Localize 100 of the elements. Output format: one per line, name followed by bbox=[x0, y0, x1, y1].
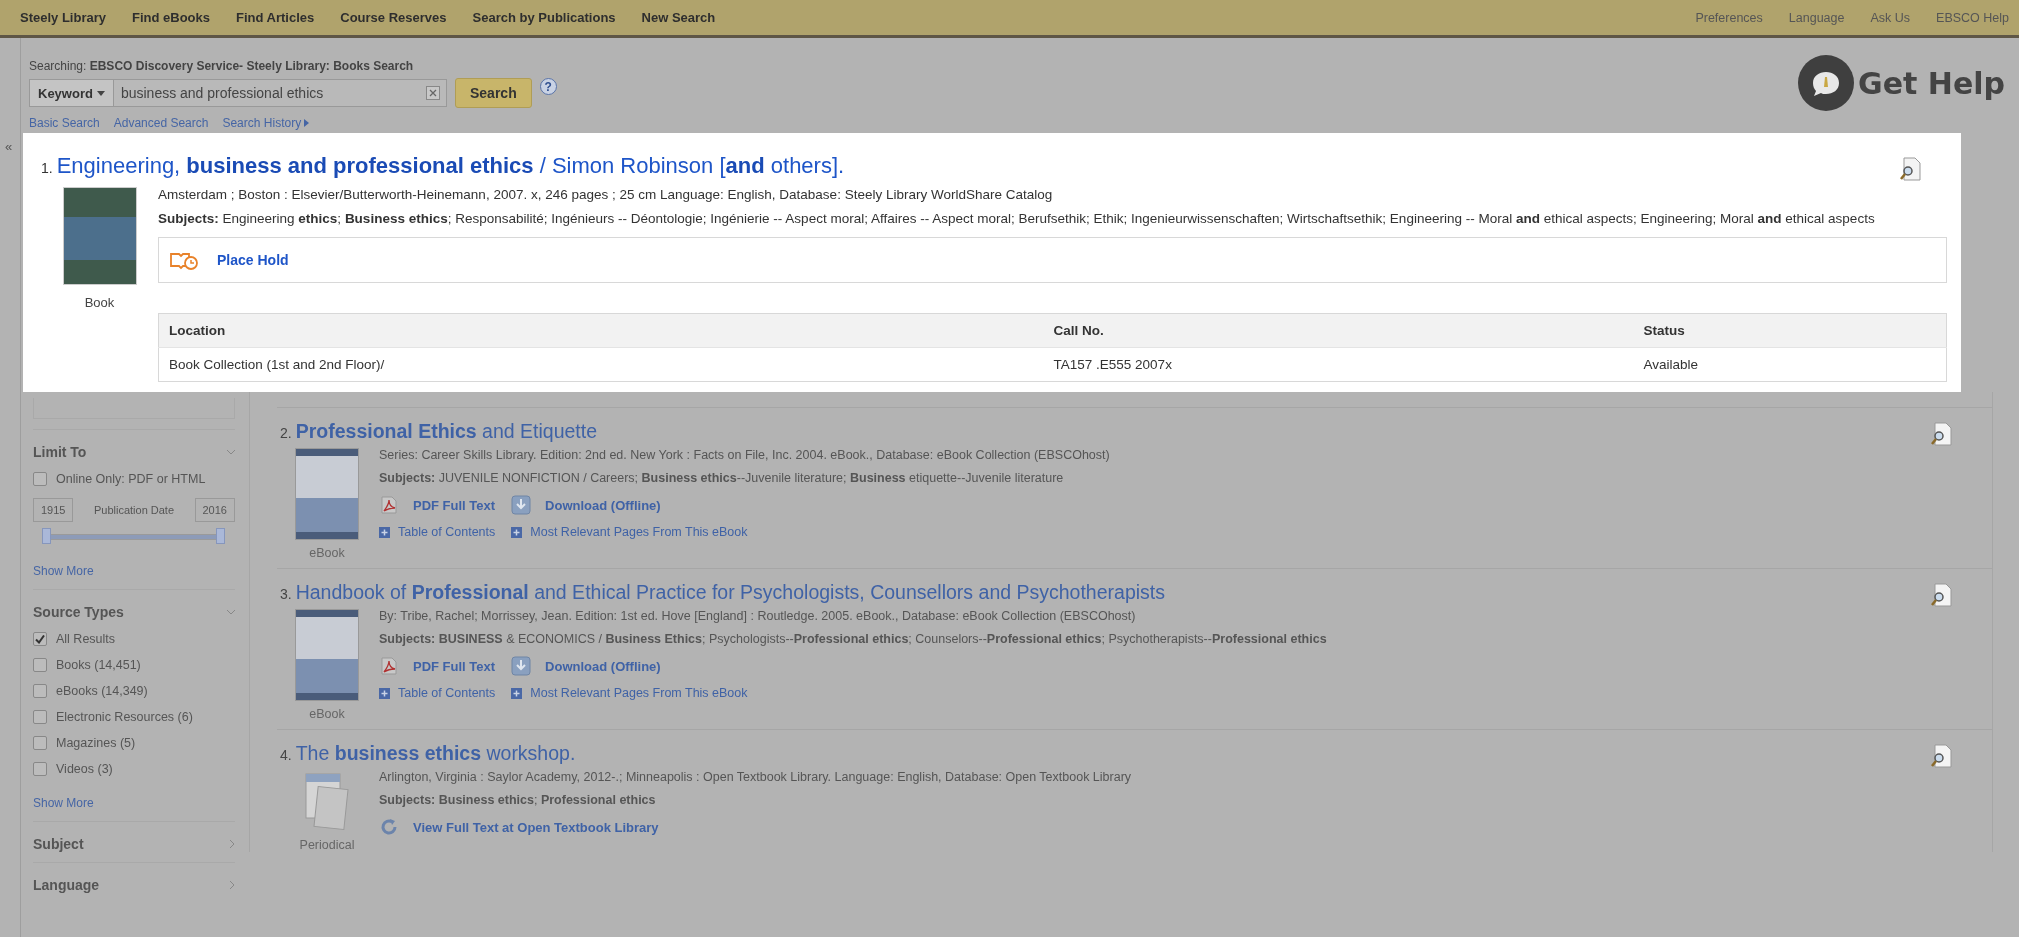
result-title-link[interactable]: The business ethics workshop. bbox=[295, 742, 576, 765]
full-text-link[interactable]: Download (Offline) bbox=[511, 656, 661, 676]
book-cover[interactable] bbox=[62, 187, 137, 285]
full-text-link[interactable]: Download (Offline) bbox=[511, 495, 661, 515]
nav-link[interactable]: Preferences bbox=[1695, 10, 1763, 25]
expand-link[interactable]: Table of Contents bbox=[379, 525, 496, 539]
nav-link[interactable]: Find eBooks bbox=[132, 10, 210, 25]
circular-arrow-icon bbox=[379, 817, 399, 837]
result-title-link[interactable]: Engineering, business and professional ethics / Simon Robinson [and others]. bbox=[56, 153, 845, 179]
result-subjects: Subjects: JUVENILE NONFICTION / Careers; Business ethics--Juvenile literature; Business etiquette--Juvenile literature bbox=[379, 471, 1065, 485]
chevron-down-icon[interactable] bbox=[227, 449, 235, 455]
full-text-link[interactable]: PDF Full Text bbox=[379, 495, 496, 515]
show-more-link[interactable]: Show More bbox=[33, 796, 94, 810]
facet-heading[interactable]: Language bbox=[33, 877, 100, 893]
document-magnifier-icon[interactable] bbox=[1899, 157, 1921, 181]
nav-link[interactable]: Ask Us bbox=[1870, 10, 1911, 25]
checkbox[interactable] bbox=[33, 632, 47, 646]
checkbox-label[interactable]: Electronic Resources (6) bbox=[56, 710, 193, 724]
place-hold-link[interactable]: Place Hold bbox=[217, 252, 289, 268]
result-details: By: Tribe, Rachel; Morrissey, Jean. Edition: 1st ed. Hove [England] : Routledge. 2005. eBook., Database: eBook Collection (EBSCOhost) bbox=[379, 609, 1137, 623]
expand-link[interactable]: Table of Contents bbox=[379, 686, 496, 700]
checkbox[interactable] bbox=[33, 684, 47, 698]
result-details: Series: Career Skills Library. Edition: 2nd ed. New York : Facts on File, Inc. 2004. eBook., Database: eBook Collection (EBSCOhost) bbox=[379, 448, 1111, 462]
plus-square-icon bbox=[379, 687, 390, 699]
result-subjects: Subjects: Business ethics; Professional ethics bbox=[379, 793, 657, 807]
search-link[interactable]: Basic Search bbox=[29, 116, 100, 130]
full-text-link[interactable]: PDF Full Text bbox=[379, 656, 496, 676]
nav-link[interactable]: Find Articles bbox=[236, 10, 315, 25]
result-title-link[interactable]: Handbook of Professional and Ethical Practice for Psychologists, Counsellors and Psychotherapists bbox=[295, 581, 1165, 604]
expand-link[interactable]: Most Relevant Pages From This eBook bbox=[511, 686, 748, 700]
search-link[interactable]: Search History bbox=[222, 116, 302, 130]
book-cover[interactable] bbox=[295, 448, 359, 540]
result-number: 1. bbox=[41, 160, 53, 176]
column-header: Call No. bbox=[1043, 313, 1634, 348]
document-magnifier-icon[interactable] bbox=[1930, 422, 1952, 446]
checkbox-label[interactable]: eBooks (14,349) bbox=[56, 684, 148, 698]
field-type-dropdown[interactable]: Keyword bbox=[30, 80, 114, 106]
help-icon[interactable]: ? bbox=[539, 78, 557, 95]
column-header: Status bbox=[1633, 313, 1947, 348]
full-text-link[interactable]: View Full Text at Open Textbook Library bbox=[379, 817, 659, 837]
document-magnifier-icon[interactable] bbox=[1930, 744, 1952, 768]
range-slider[interactable] bbox=[41, 528, 225, 544]
checkbox-label[interactable]: Books (14,451) bbox=[56, 658, 141, 672]
checkbox[interactable] bbox=[33, 658, 47, 672]
chat-bubble-icon[interactable] bbox=[1798, 55, 1855, 111]
result-details: Arlington, Virginia : Saylor Academy, 2012-.; Minneapolis : Open Textbook Library. Language: English, Database: Open Textbook Library bbox=[379, 770, 1133, 784]
item-type-label: eBook bbox=[309, 707, 345, 721]
checkbox[interactable] bbox=[33, 472, 47, 486]
show-more-link[interactable]: Show More bbox=[33, 564, 94, 578]
checkbox[interactable] bbox=[33, 710, 47, 724]
result-number: 2. bbox=[280, 425, 292, 441]
item-type-label: eBook bbox=[309, 546, 345, 560]
result-title-link[interactable]: Professional Ethics and Etiquette bbox=[295, 420, 597, 443]
checkbox[interactable] bbox=[33, 736, 47, 750]
nav-link[interactable]: Steely Library bbox=[20, 10, 106, 25]
triangle-right-icon bbox=[304, 119, 310, 127]
pdf-icon bbox=[379, 495, 399, 515]
caret-icon bbox=[96, 90, 105, 96]
search-link[interactable]: Advanced Search bbox=[113, 116, 209, 130]
checkbox-label[interactable]: All Results bbox=[56, 632, 116, 646]
plus-square-icon bbox=[511, 526, 523, 538]
collapse-toggle[interactable]: « bbox=[5, 139, 13, 154]
result-number: 3. bbox=[280, 586, 292, 602]
download-icon bbox=[511, 656, 532, 676]
chevron-down-icon[interactable] bbox=[227, 609, 235, 615]
slider-handle[interactable] bbox=[42, 528, 51, 544]
checkbox-label[interactable]: Videos (3) bbox=[56, 762, 113, 776]
search-button[interactable]: Search bbox=[455, 78, 532, 108]
nav-link[interactable]: Search by Publications bbox=[472, 10, 616, 25]
facet-heading[interactable]: Subject bbox=[33, 836, 84, 852]
periodical-icon[interactable] bbox=[302, 770, 352, 832]
checkbox-label[interactable]: Online Only: PDF or HTML bbox=[56, 472, 206, 486]
book-cover[interactable] bbox=[295, 609, 359, 701]
nav-link[interactable]: Course Reserves bbox=[340, 10, 447, 25]
get-help-label[interactable]: Get Help bbox=[1858, 65, 2005, 101]
nav-link[interactable]: Language bbox=[1788, 10, 1845, 25]
chevron-right-icon[interactable] bbox=[230, 840, 235, 848]
chevron-right-icon[interactable] bbox=[230, 881, 235, 889]
item-type-label: Periodical bbox=[299, 838, 355, 852]
result-number: 4. bbox=[280, 747, 292, 763]
column-header: Location bbox=[158, 313, 1044, 348]
nav-link[interactable]: EBSCO Help bbox=[1936, 10, 2009, 25]
checkbox-label[interactable]: Magazines (5) bbox=[56, 736, 136, 750]
book-clock-icon bbox=[169, 250, 199, 270]
year-input[interactable]: 2016 bbox=[194, 498, 235, 522]
facet-heading[interactable]: Limit To bbox=[33, 444, 87, 460]
year-input[interactable]: 1915 bbox=[33, 498, 74, 522]
table-cell: Book Collection (1st and 2nd Floor)/ bbox=[158, 347, 1044, 382]
clear-icon[interactable] bbox=[426, 86, 440, 100]
expand-link[interactable]: Most Relevant Pages From This eBook bbox=[511, 525, 748, 539]
slider-handle[interactable] bbox=[216, 528, 225, 544]
checkbox[interactable] bbox=[33, 762, 47, 776]
item-type-label: Book bbox=[84, 295, 115, 310]
nav-link[interactable]: New Search bbox=[641, 10, 716, 25]
search-field[interactable]: Keyword business and professional ethics bbox=[29, 79, 447, 107]
document-magnifier-icon[interactable] bbox=[1930, 583, 1952, 607]
facet-heading[interactable]: Source Types bbox=[33, 604, 124, 620]
result-details: Amsterdam ; Boston : Elsevier/Butterworth-Heinemann, 2007. x, 246 pages ; 25 cm Language: English, Database: Steely Library WorldShare Catalog bbox=[158, 187, 1054, 202]
search-scope-text: Searching: EBSCO Discovery Service- Steely Library: Books Search bbox=[29, 59, 415, 73]
result-subjects: Subjects: BUSINESS & ECONOMICS / Business Ethics; Psychologists--Professional ethics; Counselors--Professional ethics; Psychotherapists--Professional ethics bbox=[379, 632, 1328, 646]
